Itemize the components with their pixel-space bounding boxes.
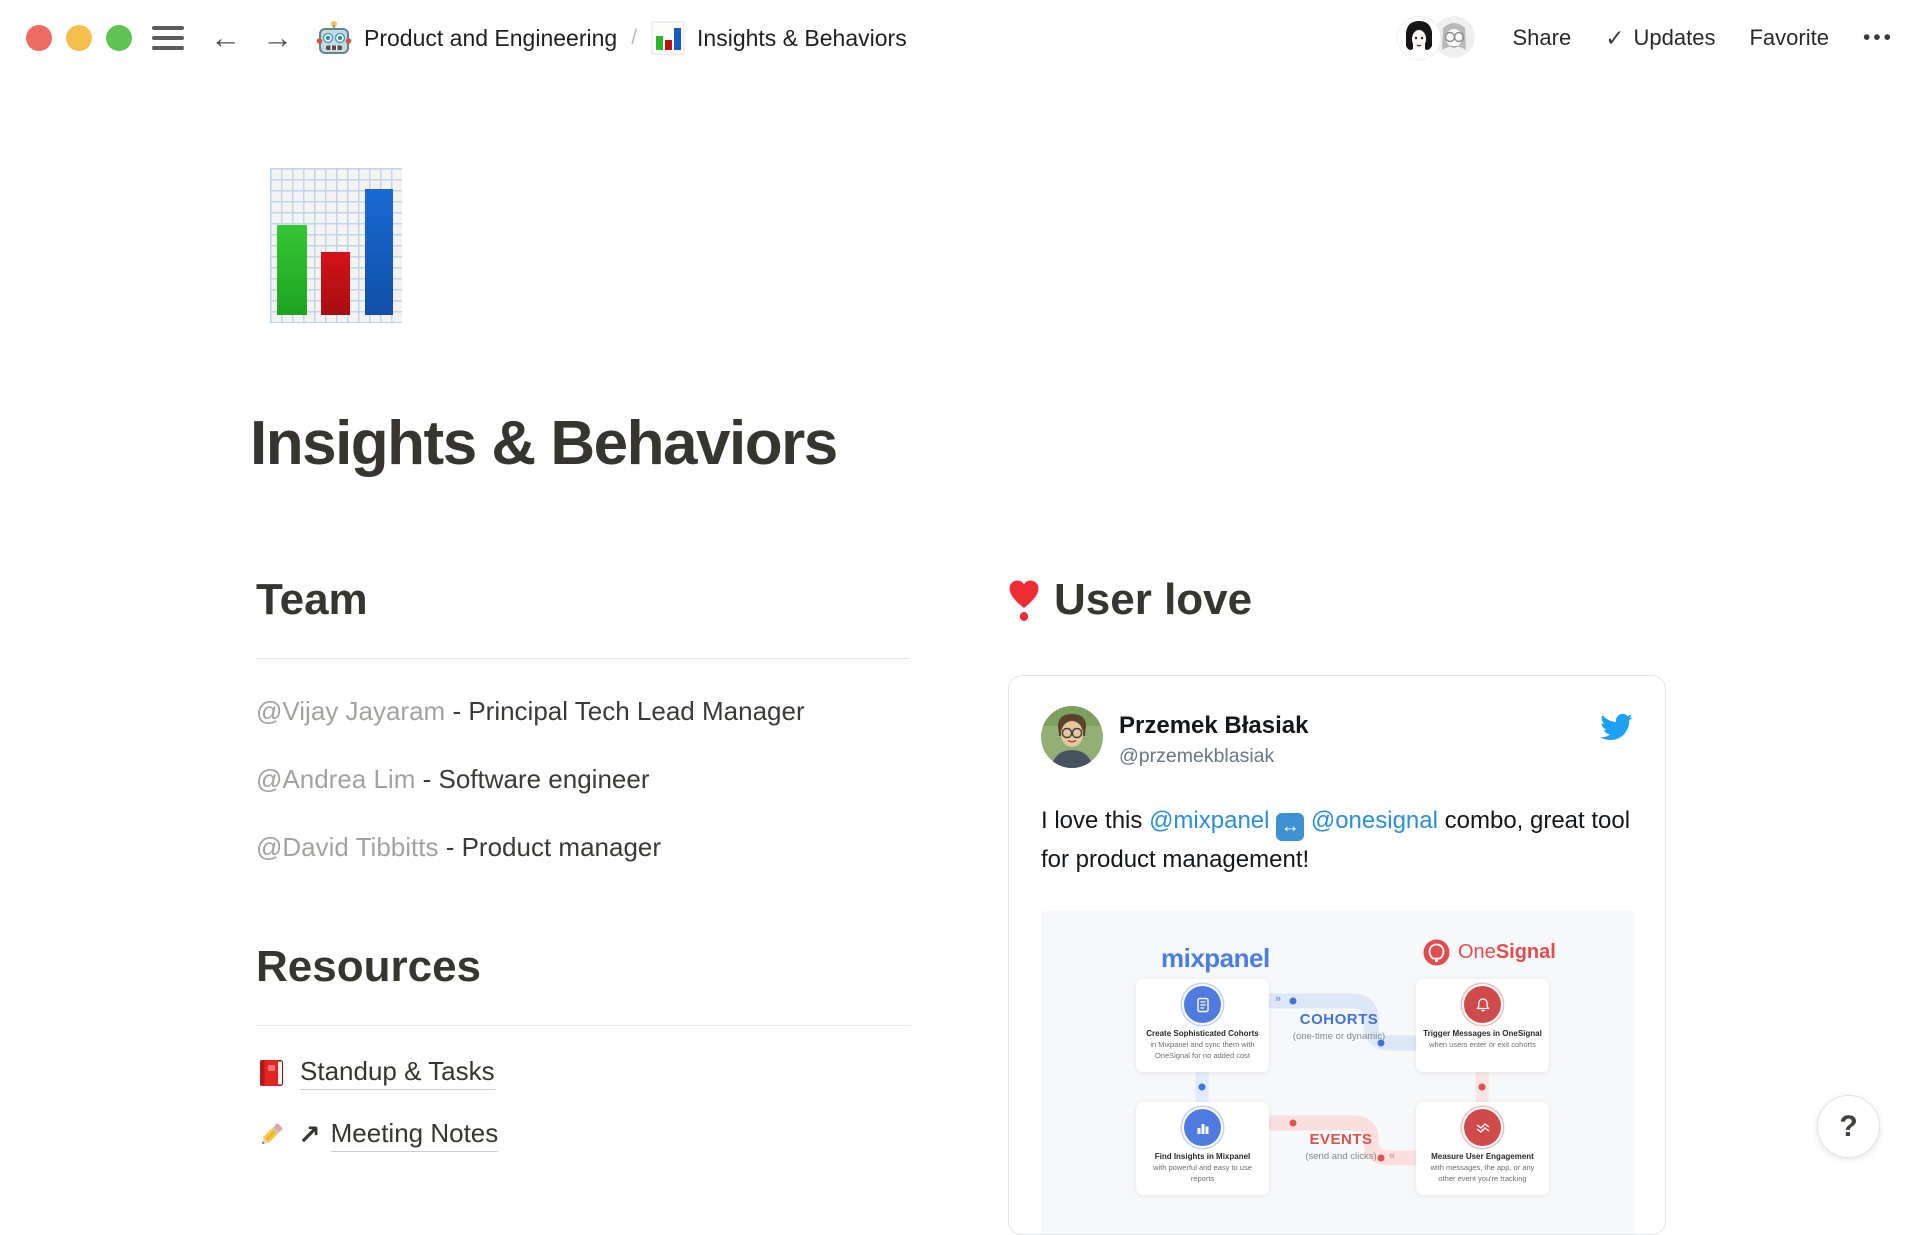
updates-button[interactable]: ✓ Updates [1605,25,1715,52]
twitter-icon[interactable] [1599,710,1633,744]
red-bar [321,252,350,315]
heart-exclamation-icon [1008,578,1040,622]
user-mention[interactable]: @David Tibbitts [256,832,438,862]
check-icon: ✓ [1605,25,1624,52]
breadcrumb: Product and Engineering / Insights & Beh… [316,0,907,76]
viewer-avatars[interactable] [1397,16,1477,60]
diagram-card-create-cohorts: Create Sophisticated Cohorts in Mixpanel… [1136,979,1269,1072]
user-mention[interactable]: @Vijay Jayaram [256,696,445,726]
forward-button[interactable]: → [262,0,293,76]
diagram-card-measure-engagement: Measure User Engagement with messages, t… [1416,1102,1549,1195]
traffic-lights [26,25,132,51]
page-icon-bar-chart[interactable] [270,168,402,323]
user-mention[interactable]: @Andrea Lim [256,764,415,794]
tweet-header: Przemek Błasiak @przemekblasiak [1041,706,1633,768]
tweet-author-avatar[interactable] [1041,706,1103,768]
avatar [1397,16,1441,60]
tweet-text: I love this @mixpanel ↔ @onesignal combo… [1041,802,1633,879]
bar-chart-page-icon-small [651,21,685,55]
sidebar-menu-icon[interactable] [152,26,184,50]
bar-chart-icon [1184,1109,1221,1146]
embedded-tweet-card[interactable]: Przemek Błasiak @przemekblasiak I love t… [1008,675,1666,1235]
cohorts-label: COHORTS (one-time or dynamic) [1259,1011,1419,1042]
zoom-window-button[interactable] [106,25,132,51]
path-mark-right: » [1275,993,1281,1005]
topbar-actions: Share ✓ Updates Favorite ••• [1397,0,1895,76]
right-column: User love Przemek Błasiak @przemek [1008,556,1666,1235]
user-love-heading: User love [1008,556,1666,628]
window-titlebar: ← → Product and Engineering / Insights &… [0,0,1920,76]
left-right-arrow-emoji: ↔ [1276,813,1304,841]
back-button[interactable]: ← [210,0,241,76]
bell-icon [1464,986,1501,1023]
tweet-mention-onesignal[interactable]: @onesignal [1311,807,1438,834]
help-button[interactable]: ? [1817,1095,1880,1158]
divider [256,1025,910,1026]
tweet-author-name[interactable]: Przemek Błasiak [1119,712,1599,740]
left-column: Team @Vijay Jayaram - Principal Tech Lea… [256,556,910,1158]
resource-link-standup-tasks[interactable]: Standup & Tasks [300,1056,495,1090]
team-member: @David Tibbitts - Product manager [256,825,910,869]
avatar-photo [1041,706,1103,768]
northeast-arrow-icon: ↗ [298,1120,321,1151]
team-member: @Andrea Lim - Software engineer [256,757,910,801]
resource-link-row: Standup & Tasks [256,1050,910,1096]
robot-icon [316,20,352,56]
team-heading: Team [256,556,910,628]
tweet-image-diagram[interactable]: » « mixpanel OneSignal Create Sophistica… [1041,911,1635,1235]
member-role: - Software engineer [423,764,650,794]
resource-link-row: ↗ Meeting Notes [256,1112,910,1158]
member-role: - Product manager [446,832,661,862]
tweet-mention-mixpanel[interactable]: @mixpanel [1149,807,1269,834]
page-title[interactable]: Insights & Behaviors [250,408,837,479]
events-label: EVENTS (send and clicks) [1261,1131,1421,1162]
resource-link-meeting-notes[interactable]: Meeting Notes [331,1118,499,1152]
share-button[interactable]: Share [1513,25,1572,51]
diagram-card-trigger-messages: Trigger Messages in OneSignal when users… [1416,979,1549,1072]
divider [256,658,910,659]
tweet-author-handle: @przemekblasiak [1119,745,1599,768]
close-window-button[interactable] [26,25,52,51]
line-chart-icon [1464,1109,1501,1146]
member-role: - Principal Tech Lead Manager [452,696,804,726]
blue-bar [365,189,393,315]
breadcrumb-workspace[interactable]: Product and Engineering [364,25,617,52]
resources-heading: Resources [256,923,910,995]
diagram-card-find-insights: Find Insights in Mixpanel with powerful … [1136,1102,1269,1195]
green-bar [277,225,307,315]
document-icon [1184,986,1221,1023]
breadcrumb-page[interactable]: Insights & Behaviors [697,25,907,52]
team-member: @Vijay Jayaram - Principal Tech Lead Man… [256,689,910,733]
tweet-author: Przemek Błasiak @przemekblasiak [1119,706,1599,768]
breadcrumb-separator: / [629,26,639,50]
red-book-icon [256,1058,286,1088]
minimize-window-button[interactable] [66,25,92,51]
more-options-button[interactable]: ••• [1863,26,1894,50]
favorite-button[interactable]: Favorite [1749,25,1828,51]
pencil-icon [256,1120,286,1150]
